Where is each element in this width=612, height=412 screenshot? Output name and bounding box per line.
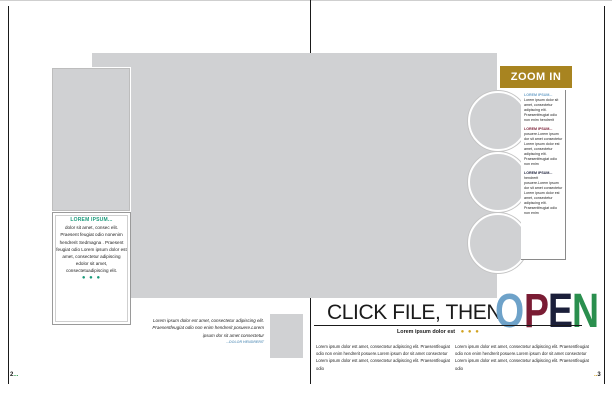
body-column-1[interactable]: Lorem ipsum dolor est amet, consectetur … [316,343,452,372]
folio-left: 2... [10,372,18,378]
zoom-in-badge[interactable]: ZOOM IN [500,66,572,88]
zoom-in-label: ZOOM IN [510,71,562,83]
sidebar-body-1: Lorem ipsum dolor sit amet, consectetur … [524,98,559,122]
photo-caption[interactable]: Lorem ipsum dolor est amet, consectetur … [140,317,264,347]
folio-right-number: 3 [597,372,601,378]
open-letter-o: O [495,285,524,338]
caption-credit: ...DOLOR HENDRERIT [226,340,264,345]
left-text-card[interactable]: LOREM IPSUM... dolor sit amet, consec el… [52,212,131,325]
headline-text[interactable]: CLICK FILE, THEN [327,301,501,325]
left-card-body: dolor sit amet, consec elit. Praesent fe… [56,225,127,274]
hero-photo-placeholder[interactable] [92,53,497,298]
headline-rule [314,325,582,326]
open-letter-n: N [572,285,599,338]
circle-photo-2[interactable] [468,152,528,212]
folio-right: ..3 [594,372,601,378]
sidebar-body-3: hendrerit posuere.Lorem ipsum dor sit am… [524,176,563,215]
open-word[interactable]: O P E N [495,284,599,340]
open-letter-p: P [524,285,549,338]
left-photo-frame[interactable] [51,67,131,212]
body-column-2[interactable]: Lorem ipsum dolor est amet, consectetur … [455,343,591,372]
small-photo-placeholder[interactable] [270,314,303,358]
magazine-spread: LOREM IPSUM... dolor sit amet, consec el… [0,0,612,412]
sidebar-section-2: LOREM IPSUM... posuere.Lorem ipsum dor s… [524,127,563,167]
circle-photo-1[interactable] [468,91,528,151]
folio-left-dots: ... [13,372,19,378]
left-card-dots: ● ● ● [81,274,102,281]
left-card-title: LOREM IPSUM... [70,217,113,223]
subhead-dots: ● ● ● [460,329,480,335]
subhead[interactable]: Lorem ipsum dolor est ● ● ● [397,329,480,335]
open-letter-e: E [548,285,573,338]
sidebar-section-3: LOREM IPSUM... hendrerit posuere.Lorem i… [524,171,563,216]
circle-photo-3[interactable] [468,213,528,273]
top-strip [0,0,612,4]
sidebar-text-box[interactable]: LOREM IPSUM... Lorem ipsum dolor sit ame… [521,90,566,260]
sidebar-body-2: posuere.Lorem ipsum dor sit amet consect… [524,132,563,166]
subhead-text: Lorem ipsum dolor est [397,329,456,335]
sidebar-section-1: LOREM IPSUM... Lorem ipsum dolor sit ame… [524,93,563,123]
caption-body: Lorem ipsum dolor est amet, consectetur … [152,318,264,338]
